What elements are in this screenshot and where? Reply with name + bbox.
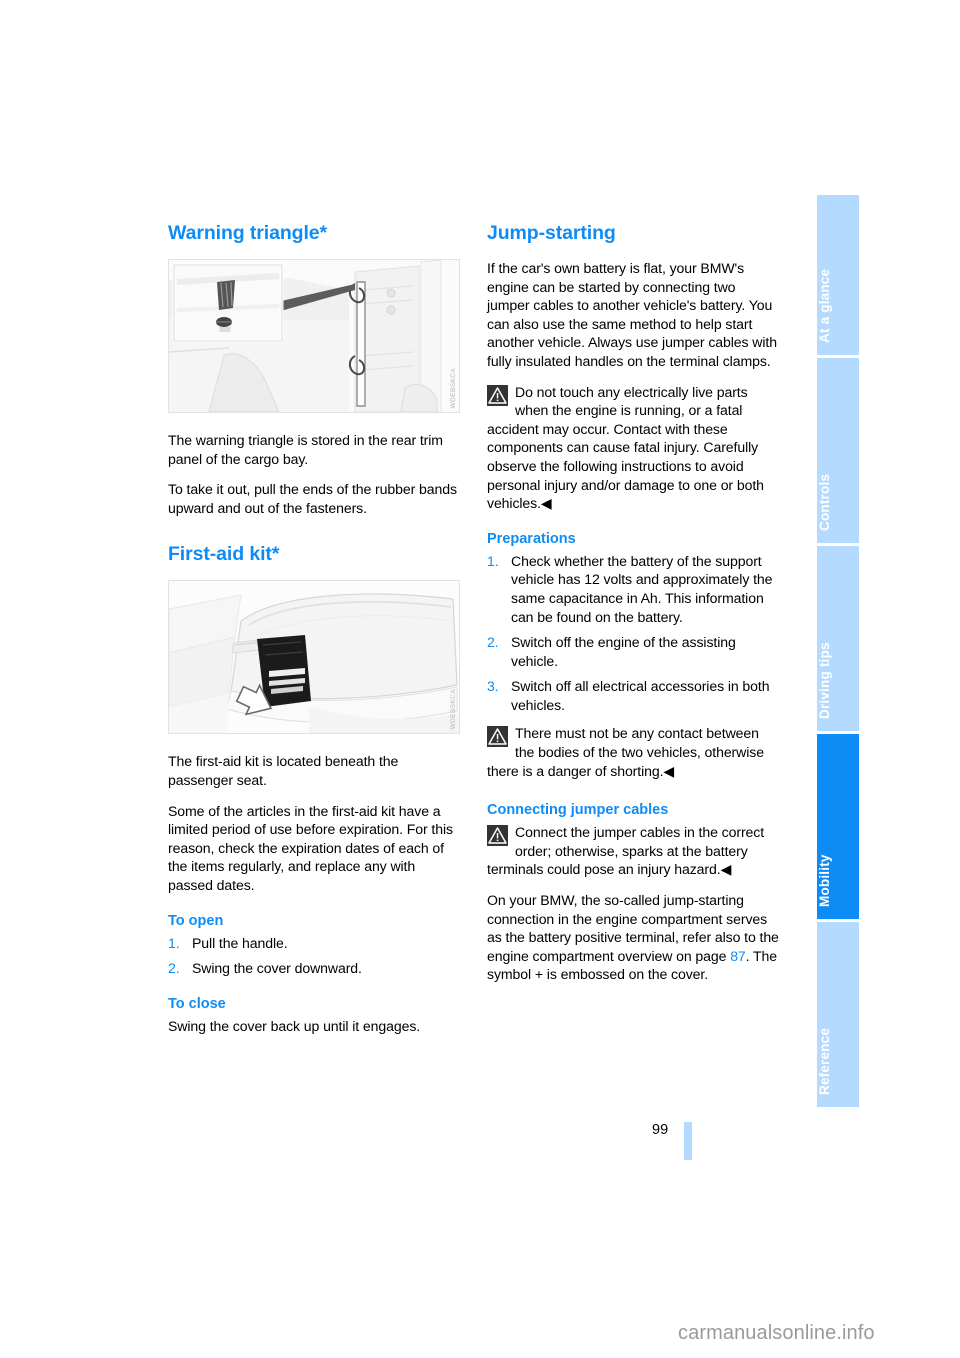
paragraph-warning-triangle-remove: To take it out, pull the ends of the rub… (168, 481, 457, 516)
left-column: Warning triangle* WDEBSKCA The warning t… (168, 222, 460, 1047)
step-number: 1. (487, 552, 499, 569)
page-number-bar (684, 1122, 692, 1160)
warning-triangle-icon (487, 384, 508, 406)
list-preparations-steps: 1. Check whether the battery of the supp… (487, 552, 779, 715)
tab-label: Controls (817, 473, 832, 531)
step-text: Switch off the engine of the assisting v… (511, 634, 736, 669)
list-item: 3. Switch off all electrical accessories… (487, 677, 779, 714)
paragraph-to-close: Swing the cover back up until it engages… (168, 1017, 421, 1034)
warning-text: Connect the jumper cables in the correct… (487, 824, 765, 878)
list-item: 2. Swing the cover downward. (168, 959, 460, 978)
page-reference-link[interactable]: 87 (730, 948, 746, 964)
figure-warning-triangle-location: WDEBSKCA (168, 259, 460, 413)
section-tab-rail: At a glance Controls Driving tips Mobili… (817, 195, 859, 1195)
right-column: Jump-starting If the car's own battery i… (487, 222, 779, 996)
list-item: 1. Check whether the battery of the supp… (487, 552, 779, 626)
paragraph-first-aid-location: The first-aid kit is located beneath the… (168, 753, 399, 788)
figure-code: WDEBSKCA (450, 688, 457, 730)
heading-preparations: Preparations (487, 530, 576, 547)
heading-first-aid-kit: First-aid kit* (168, 543, 280, 566)
paragraph-jump-starting-intro: If the car's own battery is flat, your B… (487, 260, 777, 369)
heading-to-close: To close (168, 995, 226, 1012)
figure-code: WDEBSKCA (450, 367, 457, 408)
step-text: Pull the handle. (192, 934, 288, 951)
step-text: Switch off all electrical accessories in… (511, 678, 770, 713)
warning-triangle-icon (487, 726, 508, 748)
tab-label: Driving tips (817, 642, 832, 719)
tab-label: At a glance (817, 268, 832, 343)
tab-driving-tips[interactable]: Driving tips (817, 546, 859, 731)
document-page: At a glance Controls Driving tips Mobili… (0, 0, 960, 1358)
warning-triangle-icon (487, 825, 508, 847)
step-number: 2. (487, 634, 499, 651)
paragraph-warning-triangle-stored: The warning triangle is stored in the re… (168, 432, 443, 467)
warning-text: There must not be any contact between th… (487, 725, 764, 779)
step-number: 2. (168, 960, 180, 977)
list-item: 1. Pull the handle. (168, 934, 460, 953)
tab-label: Mobility (817, 854, 832, 907)
tab-mobility[interactable]: Mobility (817, 734, 859, 919)
heading-to-open: To open (168, 912, 224, 929)
paragraph-jump-connection: On your BMW, the so-called jump-starting… (487, 891, 779, 984)
paragraph-first-aid-expiration: Some of the articles in the first-aid ki… (168, 802, 453, 893)
list-item: 2. Switch off the engine of the assistin… (487, 633, 779, 670)
tab-reference[interactable]: Reference (817, 922, 859, 1107)
list-to-open-steps: 1. Pull the handle. 2. Swing the cover d… (168, 934, 460, 978)
page-number: 99 (652, 1122, 669, 1138)
step-number: 1. (168, 934, 180, 951)
step-number: 3. (487, 678, 499, 695)
heading-jump-starting: Jump-starting (487, 222, 616, 244)
warning-text: Do not touch any electrically live parts… (487, 383, 764, 512)
tab-label: Reference (817, 1027, 832, 1095)
site-watermark: carmanualsonline.info (678, 1322, 875, 1344)
passenger-seat-illustration (169, 581, 459, 734)
step-text: Check whether the battery of the support… (511, 552, 773, 625)
heading-connecting-jumper-cables: Connecting jumper cables (487, 802, 669, 819)
warning-block-live-parts: Do not touch any electrically live parts… (487, 383, 779, 513)
heading-warning-triangle: Warning triangle* (168, 222, 328, 244)
step-text: Swing the cover downward. (192, 960, 362, 977)
figure-first-aid-kit-location: WDEBSKCA (168, 580, 460, 735)
tab-at-a-glance[interactable]: At a glance (817, 195, 859, 355)
warning-block-cable-order: Connect the jumper cables in the correct… (487, 823, 779, 879)
tab-controls[interactable]: Controls (817, 358, 859, 543)
warning-block-body-contact: There must not be any contact between th… (487, 724, 779, 780)
cargo-trim-panel-illustration (169, 260, 459, 412)
